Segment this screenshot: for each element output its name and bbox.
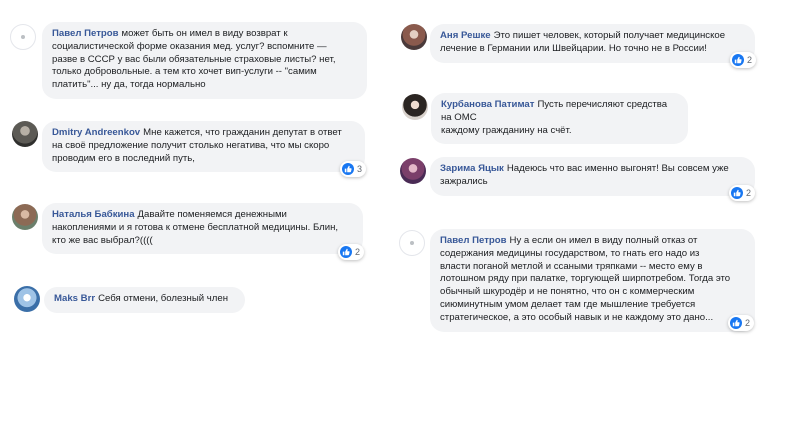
avatar[interactable] bbox=[401, 24, 427, 50]
comment-text: зажрались bbox=[440, 175, 488, 187]
comment-bubble: Зарима Яцык Надеюсь что вас именно выгоня… bbox=[430, 157, 755, 196]
comment-author-link[interactable]: Павел Петров bbox=[440, 235, 507, 246]
reaction-count-text: 2 bbox=[745, 318, 751, 328]
comment-text: социалистической форме оказания мед. усл… bbox=[52, 40, 327, 52]
comment-text: власти поганой метлой и ссаными тряпками… bbox=[440, 260, 703, 272]
reaction-count-text: 3 bbox=[357, 164, 363, 174]
comment-text: Давайте поменяемся денежными bbox=[137, 209, 287, 220]
like-icon bbox=[732, 54, 744, 66]
comment-bubble: Maks Brr Себя отмени, болезный член bbox=[44, 287, 245, 313]
avatar[interactable] bbox=[402, 94, 428, 120]
comment-text: Мне кажется, что гражданин депутат в отв… bbox=[143, 127, 342, 138]
avatar[interactable] bbox=[14, 286, 40, 312]
comment-author-link[interactable]: Зарима Яцык bbox=[440, 163, 504, 174]
reaction-count[interactable]: 2 bbox=[729, 185, 756, 201]
comment-author-link[interactable]: Наталья Бабкина bbox=[52, 209, 135, 220]
avatar[interactable] bbox=[399, 230, 425, 256]
like-icon bbox=[731, 187, 743, 199]
reaction-count[interactable]: 2 bbox=[730, 52, 757, 68]
reaction-count[interactable]: 2 bbox=[338, 244, 365, 260]
comment-bubble: Аня Решке Это пишет человек, который полу… bbox=[430, 24, 755, 63]
reaction-count-text: 2 bbox=[746, 188, 752, 198]
reaction-count-text: 2 bbox=[355, 247, 361, 257]
comment-text: Надеюсь что вас именно выгонят! Вы совсе… bbox=[506, 163, 729, 174]
comment-text: кто же вас выбрал?(((( bbox=[52, 234, 153, 246]
avatar[interactable] bbox=[12, 121, 38, 147]
comment-text: на своё предложение получит столько нега… bbox=[52, 139, 330, 151]
comment-author-link[interactable]: Курбанова Патимат bbox=[441, 99, 534, 110]
comment-text: платить"... ну да, тогда нормально bbox=[52, 79, 206, 91]
comment-author-link[interactable]: Аня Решке bbox=[440, 30, 491, 41]
reaction-count[interactable]: 2 bbox=[728, 315, 755, 331]
comment-bubble: Dmitry Andreenkov Мне кажется, что гражда… bbox=[42, 121, 365, 173]
avatar[interactable] bbox=[12, 204, 38, 230]
comment-author-link[interactable]: Павел Петров bbox=[52, 28, 119, 39]
comment-text: лотошном ряду при палатке, торгующей шир… bbox=[440, 273, 731, 285]
avatar[interactable] bbox=[10, 24, 36, 50]
comment-text: накоплениями и я готова к отмене бесплат… bbox=[52, 221, 339, 233]
comment-bubble: Наталья Бабкина Давайте поменяемся денежн… bbox=[42, 203, 363, 255]
comment-text: проводим его в последний путь, bbox=[52, 152, 195, 164]
like-icon bbox=[730, 317, 742, 329]
comment-text: Это пишет человек, который получает меди… bbox=[493, 30, 726, 41]
comment-text: Себя отмени, болезный член bbox=[98, 293, 228, 304]
comment-text: может быть он имел в виду возврат к bbox=[121, 28, 288, 39]
comment-text: лечение в Германии или Швейцарии. Но точ… bbox=[440, 42, 707, 54]
reaction-count[interactable]: 3 bbox=[340, 161, 367, 177]
like-icon bbox=[342, 163, 354, 175]
comment-bubble: Павел Петров может быть он имел в виду во… bbox=[42, 22, 367, 99]
comment-author-link[interactable]: Dmitry Andreenkov bbox=[52, 127, 140, 138]
comment-text: только добровольные. а тем кто хочет вип… bbox=[52, 66, 317, 78]
comment-text: разве в СССР у вас были обязательные стр… bbox=[52, 53, 336, 65]
comment-text: содержания медицины государством, то гна… bbox=[440, 247, 700, 259]
comment-text: стратегическое, а это особый навык и не … bbox=[440, 311, 714, 323]
reaction-count-text: 2 bbox=[747, 55, 753, 65]
comment-text: каждому гражданину на счёт. bbox=[441, 124, 572, 136]
comment-text: сиюминутным умом делает там где мышление… bbox=[440, 298, 696, 310]
comment-text: Ну а если он имел в виду полный отказ от bbox=[509, 235, 698, 246]
avatar[interactable] bbox=[400, 158, 426, 184]
comment-author-link[interactable]: Maks Brr bbox=[54, 293, 95, 304]
like-icon bbox=[340, 246, 352, 258]
comment-bubble: Павел Петров Ну а если он имел в виду пол… bbox=[430, 229, 755, 332]
comment-bubble: Курбанова Патимат Пусть перечисляют средс… bbox=[431, 93, 688, 145]
comment-text: обычный шкуродёр и не понятно, что он с … bbox=[440, 286, 695, 298]
